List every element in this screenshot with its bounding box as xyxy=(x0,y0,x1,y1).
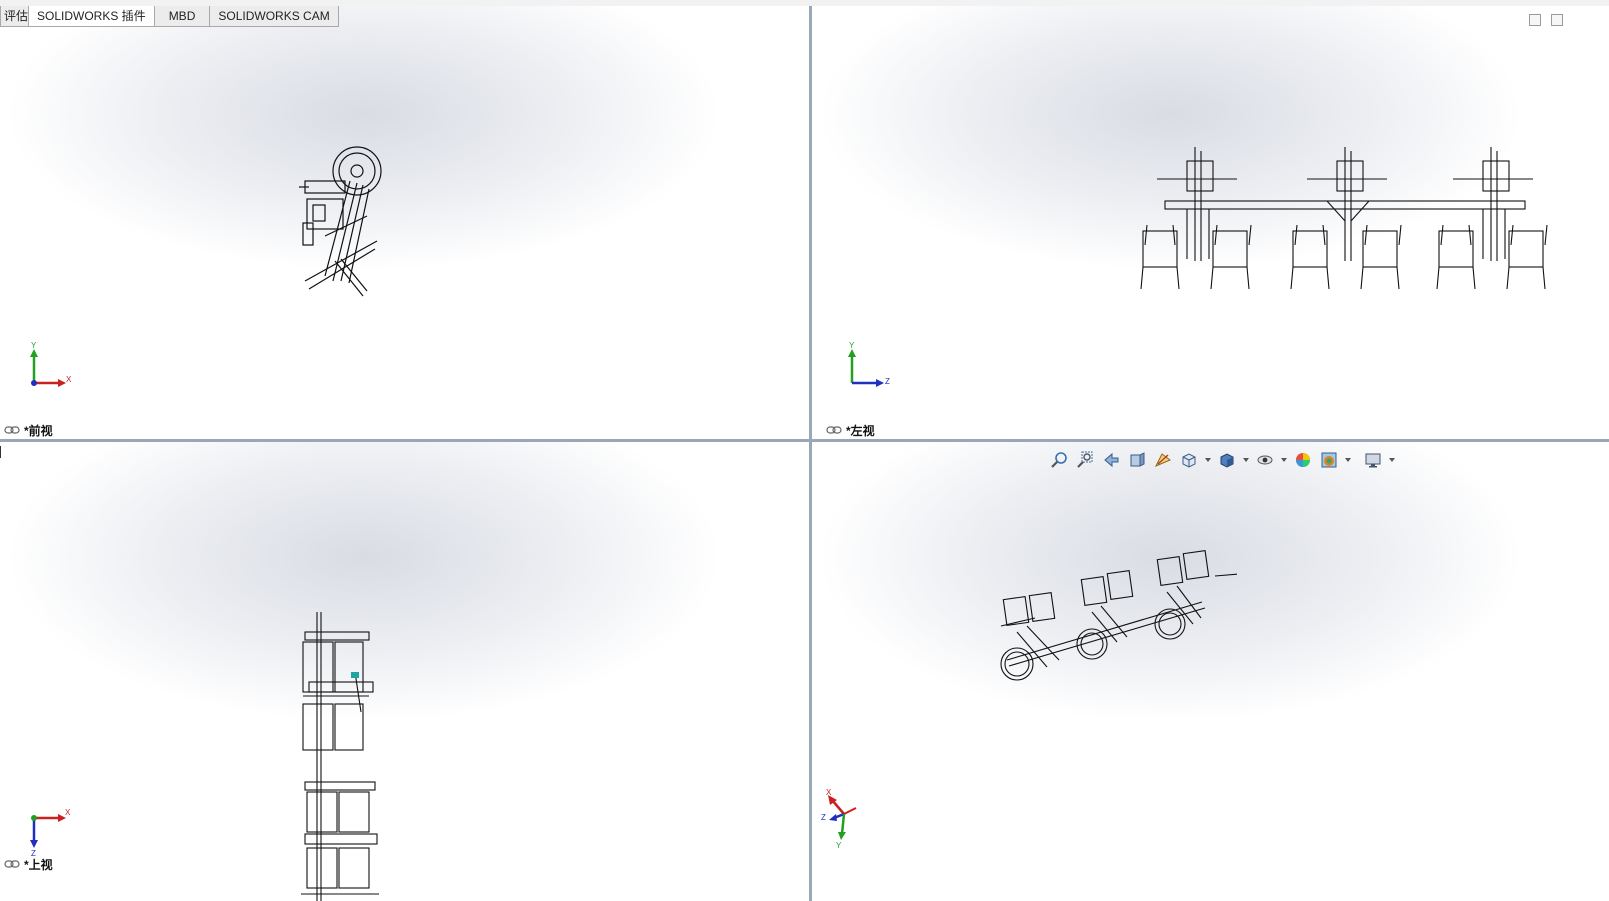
viewport-front[interactable]: Y X *前视 xyxy=(0,6,809,439)
heads-up-view-toolbar xyxy=(1048,449,1396,471)
coordinate-triad-top: X Z xyxy=(30,808,71,856)
link-views-icon[interactable] xyxy=(4,859,20,869)
viewport-vertical-splitter[interactable] xyxy=(809,6,812,901)
triad-x-label: X xyxy=(65,808,71,817)
coordinate-triad-left: Y Z xyxy=(848,341,890,387)
hide-show-items-icon[interactable] xyxy=(1254,449,1276,471)
viewport-isometric[interactable]: X Z Y xyxy=(812,442,1609,901)
previous-view-icon[interactable] xyxy=(1100,449,1122,471)
edit-appearance-icon[interactable] xyxy=(1292,449,1314,471)
coordinate-triad-isometric: X Z Y xyxy=(821,788,857,848)
triad-x-label: X xyxy=(826,788,832,797)
section-view-icon[interactable] xyxy=(1126,449,1148,471)
link-views-icon[interactable] xyxy=(4,425,20,435)
model-front-view xyxy=(299,146,382,297)
view-name-front: *前视 xyxy=(24,423,53,438)
link-views-icon[interactable] xyxy=(826,425,842,435)
triad-y-label: Y xyxy=(31,341,37,350)
model-top-view xyxy=(301,612,379,901)
hide-show-dropdown[interactable] xyxy=(1280,449,1288,471)
model-left-view xyxy=(1140,147,1548,290)
tab-solidworks-addins[interactable]: SOLIDWORKS 插件 xyxy=(29,6,155,27)
coordinate-triad-front: Y X xyxy=(30,341,72,387)
display-style-dropdown[interactable] xyxy=(1242,449,1250,471)
viewport-left[interactable]: Y Z *左视 xyxy=(812,6,1609,439)
view-name-left: *左视 xyxy=(846,423,875,438)
display-style-icon[interactable] xyxy=(1216,449,1238,471)
triad-z-label: Z xyxy=(885,377,890,386)
triad-x-label: X xyxy=(66,375,72,384)
viewport-top[interactable]: X Z *上视 xyxy=(0,442,809,901)
tab-evaluate[interactable]: 评估 xyxy=(0,6,29,27)
model-isometric-view xyxy=(1000,549,1237,681)
dynamic-annotation-icon[interactable] xyxy=(1152,449,1174,471)
zoom-to-area-icon[interactable] xyxy=(1074,449,1096,471)
apply-scene-icon[interactable] xyxy=(1318,449,1340,471)
view-orientation-icon[interactable] xyxy=(1178,449,1200,471)
view-name-top: *上视 xyxy=(24,857,53,872)
zoom-to-fit-icon[interactable] xyxy=(1048,449,1070,471)
tab-solidworks-cam[interactable]: SOLIDWORKS CAM xyxy=(210,6,339,27)
viewport-label-front: *前视 xyxy=(4,423,53,438)
tab-mbd[interactable]: MBD xyxy=(154,6,211,27)
restore-viewport-icon[interactable] xyxy=(1529,14,1541,26)
view-settings-dropdown[interactable] xyxy=(1388,449,1396,471)
viewport-horizontal-splitter[interactable] xyxy=(0,439,1609,442)
viewport-label-top: *上视 xyxy=(4,857,53,872)
command-manager-tabs: 评估 SOLIDWORKS 插件 MBD SOLIDWORKS CAM xyxy=(0,6,339,27)
apply-scene-dropdown[interactable] xyxy=(1344,449,1352,471)
triad-z-label: Z xyxy=(821,813,826,822)
view-orientation-dropdown[interactable] xyxy=(1204,449,1212,471)
viewport-label-left: *左视 xyxy=(826,423,875,438)
view-settings-icon[interactable] xyxy=(1362,449,1384,471)
triad-y-label: Y xyxy=(849,341,855,350)
viewport-controls xyxy=(1529,14,1563,26)
triad-y-label: Y xyxy=(836,841,842,848)
text-cursor xyxy=(0,446,1,458)
maximize-viewport-icon[interactable] xyxy=(1551,14,1563,26)
